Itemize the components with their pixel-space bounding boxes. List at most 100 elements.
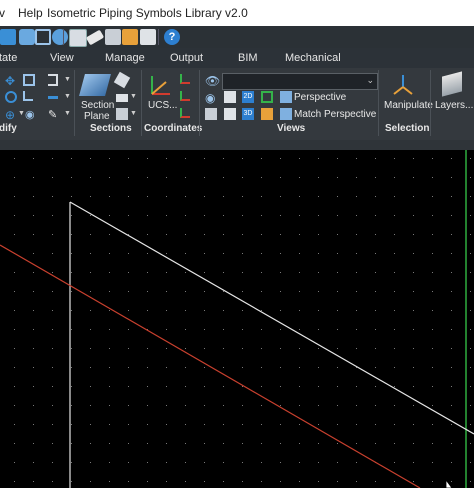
dropdown-arrow[interactable]: ▼ — [64, 93, 71, 100]
grid-dot — [432, 177, 433, 178]
palette-icon[interactable] — [122, 29, 138, 45]
mirror-icon[interactable] — [23, 91, 33, 101]
perspective-icon[interactable] — [280, 91, 292, 103]
dropdown-arrow[interactable]: ▼ — [18, 110, 25, 117]
cube-outline-icon[interactable] — [35, 29, 51, 45]
grid-dot — [185, 177, 186, 178]
grid-dot — [166, 405, 167, 406]
eraser-icon[interactable] — [85, 29, 105, 46]
grid-dot — [299, 348, 300, 349]
grid-dot — [90, 234, 91, 235]
grid-dot — [432, 196, 433, 197]
stretch-icon[interactable] — [48, 74, 58, 86]
perspective-label[interactable]: Perspective — [294, 92, 346, 103]
grid-dot — [261, 158, 262, 159]
grid-dot — [52, 443, 53, 444]
grid-dot — [337, 443, 338, 444]
grid-dot — [204, 443, 205, 444]
named-views-icon[interactable] — [224, 108, 236, 120]
menu-item-view[interactable]: v — [0, 6, 5, 20]
grid-dot — [356, 196, 357, 197]
tab-mechanical[interactable]: Mechanical — [285, 52, 341, 64]
grid-dot — [432, 215, 433, 216]
dropdown-arrow[interactable]: ▼ — [64, 76, 71, 83]
dropdown-arrow[interactable]: ▼ — [130, 110, 137, 117]
scale-icon[interactable] — [48, 96, 58, 99]
ucs-view-icon[interactable] — [180, 108, 190, 118]
globe-icon[interactable] — [52, 29, 68, 45]
tab-bim[interactable]: BIM — [238, 52, 258, 64]
ucs-world-icon[interactable] — [180, 74, 190, 84]
dropdown-arrow[interactable]: ▼ — [64, 110, 71, 117]
grid-dot — [166, 481, 167, 482]
cube-icon[interactable] — [19, 29, 35, 45]
grid-dot — [166, 367, 167, 368]
grid-dot — [204, 367, 205, 368]
grid-dot — [185, 424, 186, 425]
grid-dot — [299, 424, 300, 425]
layers-icon[interactable] — [0, 29, 16, 45]
section-icon[interactable] — [113, 71, 131, 89]
help-icon[interactable]: ? — [164, 29, 180, 45]
tab-view[interactable]: View — [50, 52, 74, 64]
table-icon[interactable] — [69, 29, 87, 47]
render-icon[interactable] — [261, 108, 273, 120]
drawing-viewport[interactable] — [0, 150, 474, 488]
match-perspective-icon[interactable] — [280, 108, 292, 120]
grid-dot — [33, 177, 34, 178]
grid-dot — [14, 405, 15, 406]
grid-dot — [242, 272, 243, 273]
view-3d-icon[interactable]: 3D — [242, 108, 254, 120]
image-icon[interactable] — [140, 29, 156, 45]
grid-dot — [33, 196, 34, 197]
eye-settings-icon[interactable]: ◉ — [205, 91, 217, 105]
grid-dot — [128, 177, 129, 178]
grid-dot — [280, 158, 281, 159]
ucs-icon — [151, 76, 170, 95]
modify-panel-label: dify — [0, 123, 17, 134]
grid-dot — [470, 196, 471, 197]
menu-item-help[interactable]: Help — [18, 6, 43, 20]
tab-output[interactable]: Output — [170, 52, 203, 64]
rotate-icon[interactable] — [5, 91, 17, 103]
grid-dot — [318, 386, 319, 387]
grid-dot — [337, 386, 338, 387]
grid-dot — [14, 443, 15, 444]
explode-icon[interactable]: ⊕ — [5, 108, 17, 122]
tab-manage[interactable]: Manage — [105, 52, 145, 64]
grid-dot — [451, 196, 452, 197]
move-icon[interactable]: ✥ — [5, 74, 17, 88]
grid-dot — [375, 272, 376, 273]
copy-icon[interactable] — [23, 74, 35, 86]
grid-dot — [90, 481, 91, 482]
tab-rotate[interactable]: tate — [0, 52, 17, 64]
view-2d-icon[interactable]: 2D — [242, 91, 254, 103]
grid-dot — [33, 291, 34, 292]
coordinates-panel-label: Coordinates — [144, 123, 203, 134]
section-view-icon[interactable] — [116, 94, 128, 102]
grid-dot — [394, 424, 395, 425]
dropdown-arrow[interactable]: ▼ — [130, 93, 137, 100]
section-manager-icon[interactable] — [116, 108, 128, 120]
named-views-dropdown[interactable]: ⌄ — [222, 73, 378, 90]
grid-dot — [71, 272, 72, 273]
grid-dot — [109, 310, 110, 311]
grid-dot — [223, 462, 224, 463]
grid-dot — [470, 234, 471, 235]
view-document-icon[interactable] — [224, 91, 236, 103]
checkbox-icon[interactable] — [261, 91, 273, 103]
ribbon-bottom-strip — [0, 140, 474, 150]
eye-icon[interactable]: 👁 — [205, 74, 220, 88]
trim-icon[interactable]: ✎ — [48, 108, 60, 121]
grid-dot — [128, 462, 129, 463]
ucs-previous-icon[interactable] — [180, 91, 190, 101]
fillet-icon[interactable]: ◉ — [25, 108, 37, 121]
grid-dot — [318, 272, 319, 273]
drawing-canvas[interactable] — [0, 150, 474, 488]
grid-dot — [394, 158, 395, 159]
grid-dot — [33, 158, 34, 159]
grid-dot — [52, 367, 53, 368]
list-icon[interactable] — [105, 29, 121, 45]
camera-icon[interactable] — [205, 108, 217, 120]
match-perspective-label[interactable]: Match Perspective — [294, 109, 376, 120]
